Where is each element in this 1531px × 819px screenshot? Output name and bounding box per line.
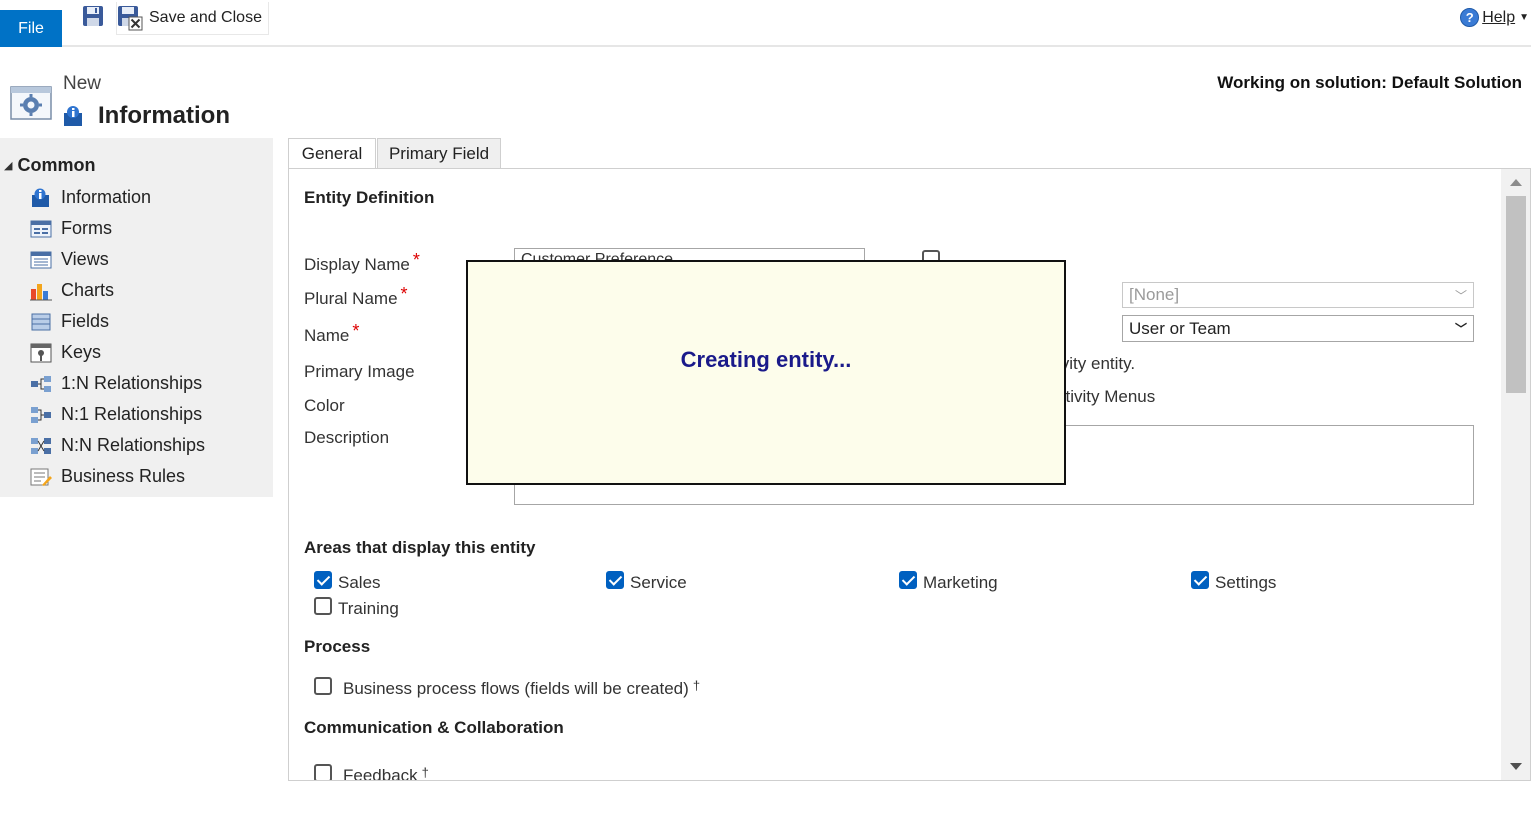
marketing-checkbox[interactable] [899, 571, 917, 589]
forms-icon [30, 220, 52, 237]
sidebar-item-label: Fields [61, 311, 110, 331]
help-icon: ? [1460, 8, 1480, 27]
chevron-down-icon: ▼ [1519, 12, 1529, 23]
ownership-select-value: User or Team [1129, 318, 1231, 338]
settings-label: Settings [1215, 573, 1277, 592]
sidebar-section-label: Common [17, 155, 96, 175]
info-icon [64, 106, 82, 126]
primary-image-select-value: [None] [1129, 285, 1180, 304]
sidebar-item-views[interactable]: Views [30, 244, 205, 275]
training-checkbox[interactable] [314, 597, 332, 615]
file-button[interactable]: File [0, 10, 62, 47]
sidebar-item-business-rules[interactable]: Business Rules [30, 461, 205, 492]
collapse-triangle-icon: ◢ [4, 160, 13, 172]
page-title-text: Information [98, 102, 230, 129]
feedback-checkbox[interactable] [314, 764, 332, 780]
sidebar-item-label: Business Rules [61, 466, 186, 486]
tab-primary-field[interactable]: Primary Field [377, 138, 501, 169]
info-icon [32, 188, 49, 207]
save-close-icon [118, 6, 143, 31]
sidebar-list: Information Forms Views Charts Fields Ke… [30, 182, 205, 492]
relationship-icon [31, 375, 51, 392]
charts-icon [30, 283, 52, 300]
sidebar-item-label: Keys [61, 342, 102, 362]
sales-checkbox[interactable] [314, 571, 332, 589]
primary-image-select[interactable]: [None] ﹀ [1122, 282, 1474, 308]
sidebar: ◢ Common Information Forms Views Charts … [0, 138, 273, 497]
sidebar-item-label: Views [61, 249, 109, 269]
sidebar-item-label: N:N Relationships [61, 435, 206, 455]
sidebar-item-forms[interactable]: Forms [30, 213, 205, 244]
process-title: Process [304, 637, 371, 656]
entity-gear-icon [10, 86, 52, 120]
sidebar-item-charts[interactable]: Charts [30, 275, 205, 306]
settings-checkbox[interactable] [1191, 571, 1209, 589]
scroll-down-arrow-icon[interactable] [1510, 763, 1522, 770]
sidebar-item-label: Charts [61, 280, 115, 300]
sidebar-item-label: Information [61, 187, 152, 207]
vertical-scrollbar[interactable] [1501, 169, 1530, 780]
header-new-label: New [63, 73, 102, 94]
relationship-icon [31, 406, 51, 423]
sales-label: Sales [338, 573, 381, 592]
color-label: Color [304, 396, 345, 415]
creating-entity-message: Creating entity... [680, 347, 852, 372]
service-label: Service [630, 573, 687, 592]
tab-general[interactable]: General [288, 138, 376, 169]
feedback-label: Feedback † [343, 765, 429, 781]
help-label: Help [1482, 8, 1516, 26]
areas-title: Areas that display this entity [304, 538, 536, 557]
sidebar-item-label: N:1 Relationships [61, 404, 203, 424]
sidebar-item-label: Forms [61, 218, 112, 238]
fields-icon [31, 313, 51, 330]
scroll-up-arrow-icon[interactable] [1510, 179, 1522, 186]
save-and-close-button[interactable]: Save and Close [116, 2, 269, 35]
solution-label: Working on solution: Default Solution [1217, 73, 1522, 92]
page-title: Information [62, 102, 230, 130]
business-rules-icon [30, 468, 52, 486]
name-label: Name * [304, 321, 360, 345]
chevron-down-icon: ﹀ [1454, 322, 1467, 336]
sidebar-item-fields[interactable]: Fields [30, 306, 205, 337]
activity-entity-label: ivity entity. [1057, 354, 1136, 373]
plural-name-label: Plural Name * [304, 284, 408, 308]
creating-entity-dialog: Creating entity... [466, 260, 1066, 485]
training-label: Training [338, 599, 399, 618]
marketing-label: Marketing [923, 573, 998, 592]
sidebar-item-nn-relationships[interactable]: N:N Relationships [30, 430, 205, 461]
business-process-flows-label: Business process flows (fields will be c… [343, 678, 701, 698]
save-icon[interactable] [82, 5, 104, 27]
sidebar-item-label: 1:N Relationships [61, 373, 203, 393]
sidebar-item-keys[interactable]: Keys [30, 337, 205, 368]
display-name-label: Display Name * [304, 250, 420, 274]
description-label: Description [304, 428, 390, 447]
sidebar-section-common[interactable]: ◢ Common [4, 155, 95, 176]
sidebar-item-information[interactable]: Information [30, 182, 205, 213]
ribbon: File Save and Close ? Help ▼ [0, 0, 1531, 47]
primary-image-label: Primary Image [304, 362, 415, 381]
views-icon [30, 251, 52, 268]
save-and-close-label: Save and Close [149, 9, 262, 26]
keys-icon [30, 343, 52, 362]
help-menu[interactable]: ? Help ▼ [1460, 8, 1529, 27]
relationship-icon [31, 437, 51, 454]
sidebar-item-n1-relationships[interactable]: N:1 Relationships [30, 399, 205, 430]
ownership-select[interactable]: User or Team ﹀ [1122, 315, 1474, 342]
scroll-thumb[interactable] [1506, 196, 1526, 393]
sidebar-item-1n-relationships[interactable]: 1:N Relationships [30, 368, 205, 399]
service-checkbox[interactable] [606, 571, 624, 589]
activity-menus-label: ctivity Menus [1057, 387, 1156, 406]
chevron-down-icon: ﹀ [1454, 288, 1467, 303]
communication-collaboration-title: Communication & Collaboration [304, 718, 564, 737]
entity-definition-title: Entity Definition [304, 188, 435, 207]
business-process-flows-checkbox[interactable] [314, 677, 332, 695]
